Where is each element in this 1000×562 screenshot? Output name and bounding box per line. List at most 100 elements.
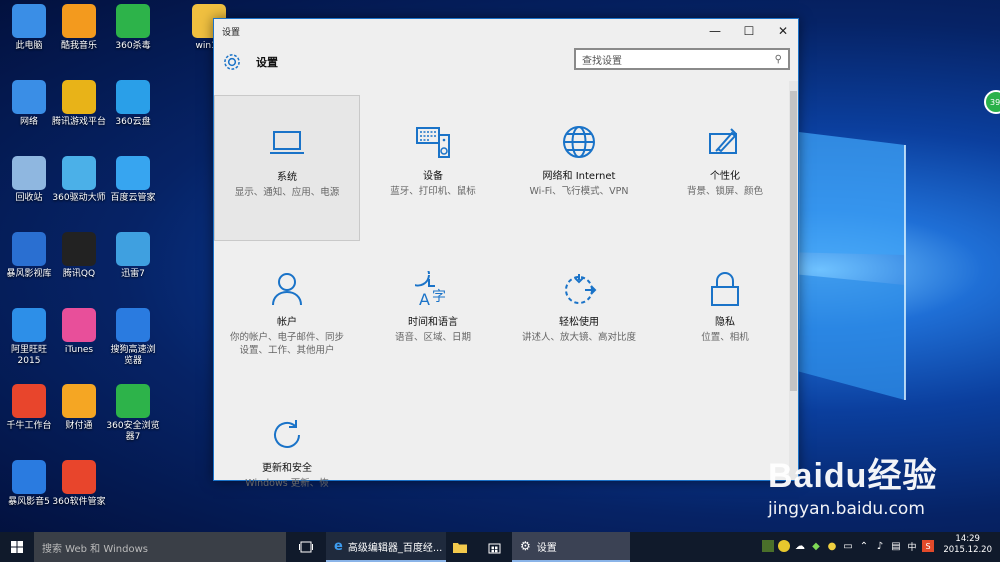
tray-display-icon[interactable]: ▭	[842, 540, 854, 552]
floating-widget-badge[interactable]: 39	[984, 90, 1000, 114]
desktop-shortcut-label: 迅雷7	[121, 269, 145, 279]
gear-icon	[224, 54, 240, 70]
settings-search-placeholder: 查找设置	[582, 55, 622, 67]
settings-tile[interactable]: 系统显示、通知、应用、电源	[214, 95, 360, 241]
desktop-shortcut-label: 360安全浏览 器7	[106, 421, 160, 442]
maximize-button[interactable]: ☐	[732, 19, 766, 43]
qianniu-icon	[12, 384, 46, 418]
window-titlebar[interactable]: 设置 — ☐ ✕	[214, 19, 798, 43]
taskbar: 搜索 Web 和 Windows e 高级编辑器_百度经... ⚙ 设置 ☁ ◆…	[0, 532, 1000, 562]
film-icon	[12, 232, 46, 266]
baofeng-icon	[12, 460, 46, 494]
desktop-shortcut-label: 360软件管家	[52, 497, 106, 507]
folder-icon	[453, 542, 467, 553]
settings-tile[interactable]: 隐私 位置、相机	[652, 241, 790, 387]
tray-app-icon[interactable]	[762, 540, 774, 552]
update-icon	[274, 420, 300, 448]
settings-tile-name: 轻松使用	[559, 317, 599, 328]
windows-logo-icon	[11, 541, 23, 553]
watermark-logo: Baidu经验	[768, 457, 938, 495]
tray-cloud-icon[interactable]: ☁	[794, 540, 806, 552]
desktop-shortcut[interactable]: 360安全浏览 器7	[101, 384, 165, 443]
tray-sogou-icon[interactable]: S	[922, 540, 934, 552]
desktop-shortcut[interactable]: 搜狗高速浏 览器	[101, 308, 165, 367]
qq-icon	[62, 232, 96, 266]
settings-tile-name: 时间和语言	[408, 317, 458, 328]
taskbar-file-explorer[interactable]	[448, 532, 472, 562]
desktop-shortcut-label: 360杀毒	[115, 41, 151, 51]
taskbar-edge-app[interactable]: e 高级编辑器_百度经...	[326, 532, 446, 562]
desktop-shortcut-label: 搜狗高速浏 览器	[110, 345, 156, 366]
taskbar-search-box[interactable]: 搜索 Web 和 Windows	[34, 532, 286, 562]
settings-tile-name: 更新和安全	[262, 463, 312, 474]
settings-tile-name: 网络和 Internet	[542, 171, 616, 182]
desktop-shortcut[interactable]: 迅雷7	[101, 232, 165, 280]
settings-category-grid: 系统 显示、通知、应用、电源 设备 蓝牙、打印机、鼠标 网络和 Internet Wi-F…	[214, 95, 790, 495]
network-icon	[12, 80, 46, 114]
settings-tile-name: 设备	[423, 171, 443, 182]
lock-icon	[711, 272, 739, 306]
taskbar-settings-label: 设置	[536, 542, 557, 554]
ease-of-access-icon	[565, 274, 597, 304]
scrollbar-thumb[interactable]	[790, 91, 797, 391]
taskbar-clock[interactable]: 14:29 2015.12.20	[943, 534, 992, 556]
settings-tile[interactable]: 轻松使用 讲述人、放大镜、高对比度	[506, 241, 652, 387]
settings-gear-icon: ⚙	[520, 539, 531, 553]
taskbar-settings-app[interactable]: ⚙ 设置	[512, 532, 630, 562]
taskbar-store[interactable]	[482, 532, 506, 562]
tray-qq-icon[interactable]	[778, 540, 790, 552]
time-language-icon: A字	[415, 271, 446, 307]
tray-volume-icon[interactable]: ♪	[874, 540, 886, 552]
task-view-button[interactable]	[292, 532, 320, 562]
settings-tile-description: 蓝牙、打印机、鼠标	[390, 186, 476, 197]
settings-tile-description: Wi-Fi、飞行模式、VPN	[529, 186, 629, 197]
cloud-icon	[116, 80, 150, 114]
tray-ime-icon[interactable]: 中	[906, 540, 918, 553]
watermark-url: jingyan.baidu.com	[768, 499, 925, 519]
software-manager-icon	[62, 460, 96, 494]
desktop-shortcut[interactable]: 360杀毒	[101, 4, 165, 52]
laptop-icon	[270, 131, 304, 154]
baidu-cloud-icon	[116, 156, 150, 190]
music-icon	[62, 4, 96, 38]
settings-tile-description: 显示、通知、应用、电源	[234, 187, 340, 198]
settings-tile-description: 位置、相机	[701, 332, 749, 343]
baidu-jingyan-watermark: Baidu经验 jingyan.baidu.com	[768, 448, 937, 519]
computer-icon	[12, 4, 46, 38]
desktop-shortcut[interactable]: 360软件管家	[47, 460, 111, 508]
settings-tile[interactable]: 个性化 背景、锁屏、颜色	[652, 95, 790, 241]
tray-expand-icon[interactable]: ⌃	[858, 540, 870, 552]
settings-search-input[interactable]: 查找设置 ⚲	[574, 48, 790, 70]
close-button[interactable]: ✕	[766, 19, 800, 43]
settings-tile[interactable]: 帐户 你的帐户、电子邮件、同步设置、工作、其他用户	[214, 241, 360, 387]
itunes-icon	[62, 308, 96, 342]
settings-tile[interactable]: 设备蓝牙、打印机、鼠标	[360, 95, 506, 241]
window-title: 设置	[222, 27, 241, 38]
svg-text:A: A	[419, 290, 430, 307]
desktop-shortcut-label: 百度云管家	[110, 193, 156, 203]
task-view-icon	[299, 541, 313, 553]
start-button[interactable]	[0, 532, 34, 562]
tray-shield-icon[interactable]: ◆	[810, 540, 822, 552]
wangwang-icon	[12, 308, 46, 342]
thunder-icon	[116, 232, 150, 266]
settings-window: 设置 — ☐ ✕ 设置 查找设置 ⚲ 系统 显示、通知、应用、电源 设备 蓝牙、打印机…	[213, 18, 799, 489]
settings-tile[interactable]: 更新和安全 Windows 更新、恢	[214, 387, 360, 495]
edge-icon: e	[334, 538, 343, 554]
personalization-icon	[709, 128, 737, 154]
person-icon	[272, 273, 302, 306]
minimize-button[interactable]: —	[698, 19, 732, 43]
settings-tile-name: 帐户	[277, 317, 297, 328]
desktop-shortcut[interactable]: 百度云管家	[101, 156, 165, 204]
browser-360-icon	[116, 384, 150, 418]
settings-tile[interactable]: A 字时间和语言 语音、区域、日期	[360, 241, 506, 387]
tray-message-icon[interactable]: ▤	[890, 540, 902, 552]
desktop-shortcut[interactable]: 360云盘	[101, 80, 165, 128]
vertical-scrollbar[interactable]	[789, 81, 798, 480]
sogou-icon	[116, 308, 150, 342]
tray-chat-icon[interactable]: ●	[826, 540, 838, 552]
settings-tile-description: 背景、锁屏、颜色	[686, 186, 763, 197]
settings-tile-name: 系统	[277, 172, 297, 183]
devices-icon	[416, 127, 450, 158]
settings-tile[interactable]: 网络和 Internet Wi-Fi、飞行模式、VPN	[506, 95, 652, 241]
